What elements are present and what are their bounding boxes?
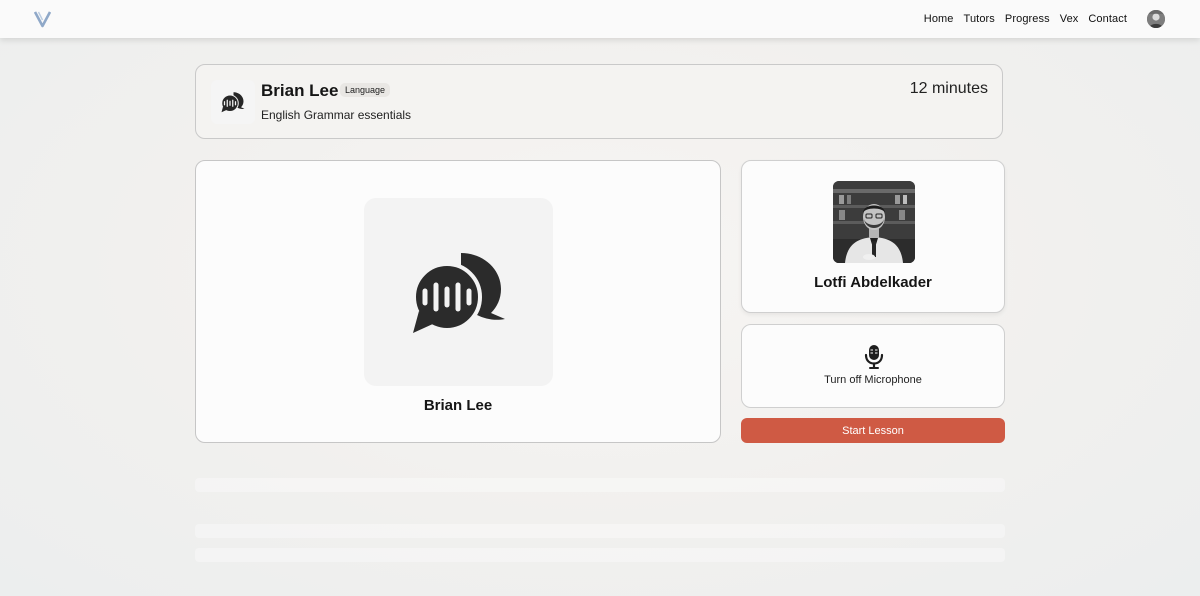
- user-avatar[interactable]: [1147, 10, 1165, 28]
- main-nav: Home Tutors Progress Vex Contact: [914, 0, 1127, 38]
- tutor-photo: [833, 181, 915, 263]
- microphone-toggle[interactable]: Turn off Microphone: [741, 324, 1005, 408]
- start-lesson-button[interactable]: Start Lesson: [741, 418, 1005, 443]
- background-band: [195, 478, 1005, 492]
- lesson-icon-box: [211, 80, 255, 124]
- nav-link-progress[interactable]: Progress: [1005, 13, 1050, 25]
- lesson-subject: English Grammar essentials: [261, 108, 412, 122]
- nav-link-home[interactable]: Home: [924, 13, 954, 25]
- tutor-name: Lotfi Abdelkader: [814, 274, 932, 291]
- student-placeholder-box: [364, 198, 553, 386]
- participant-name: Brian Lee: [423, 397, 493, 414]
- microphone-label: Turn off Microphone: [824, 374, 922, 386]
- nav-link-tutors[interactable]: Tutors: [964, 13, 995, 25]
- lesson-header-card: Brian Lee Language English Grammar essen…: [195, 64, 1003, 139]
- nav-link-vex[interactable]: Vex: [1060, 13, 1079, 25]
- microphone-icon: [864, 345, 884, 369]
- speech-bubbles-audio-icon: [411, 253, 505, 333]
- speech-bubbles-audio-icon: [221, 92, 245, 113]
- background-band: [195, 524, 1005, 538]
- lesson-duration: 12 minutes: [909, 80, 988, 97]
- tutor-card: Lotfi Abdelkader: [741, 160, 1005, 313]
- v-logo-icon[interactable]: [34, 10, 51, 28]
- category-badge: Language: [340, 83, 391, 97]
- tutor-photo-image: [833, 181, 915, 263]
- background-band: [195, 548, 1005, 562]
- student-name: Brian Lee: [261, 81, 339, 100]
- student-video-panel: Brian Lee: [195, 160, 721, 443]
- top-navigation-bar: Home Tutors Progress Vex Contact: [0, 0, 1200, 38]
- user-avatar-image: [1147, 10, 1165, 28]
- nav-link-contact[interactable]: Contact: [1088, 13, 1127, 25]
